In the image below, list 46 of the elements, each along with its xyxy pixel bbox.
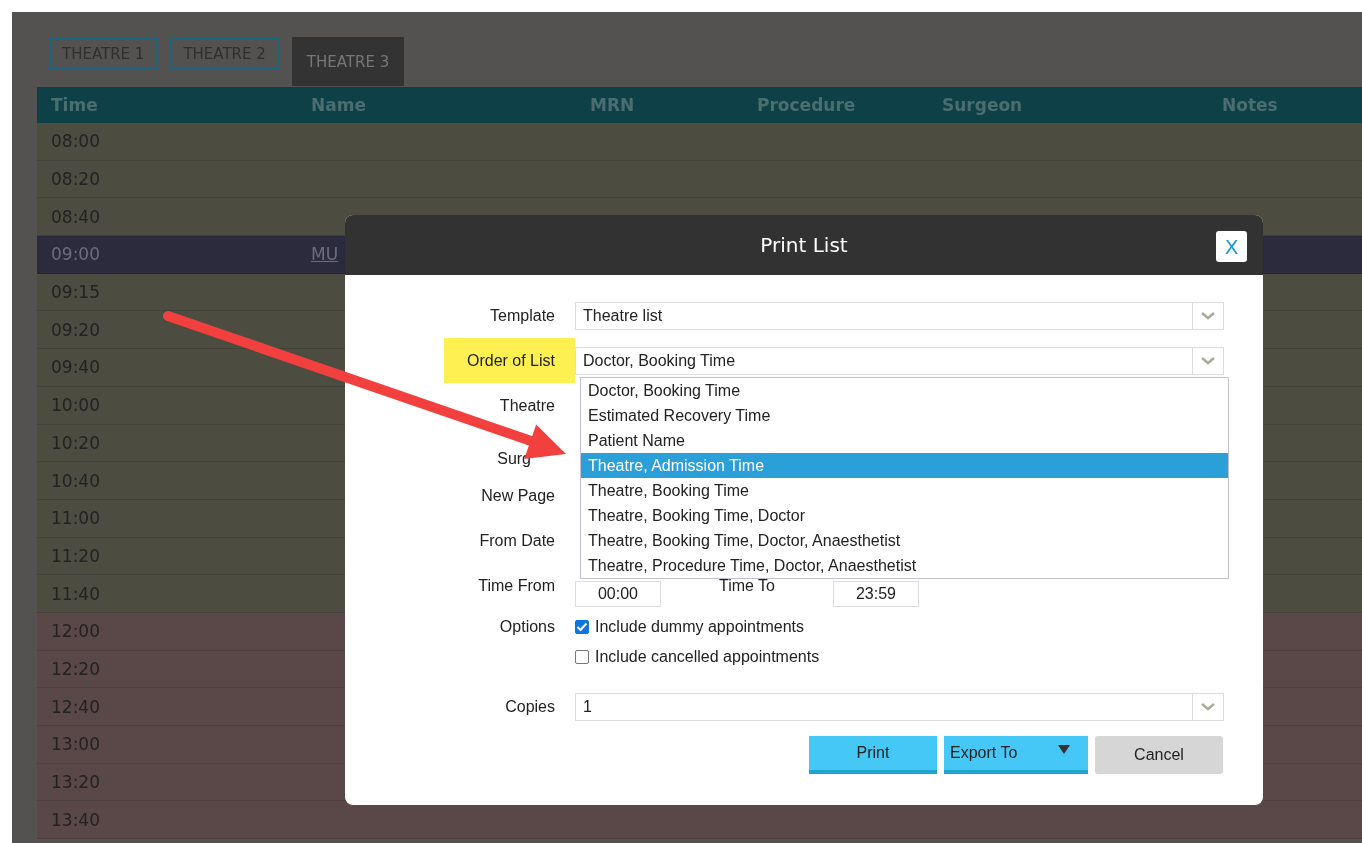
time-cell-text: 09:00 [50,244,101,265]
dropdown-option[interactable]: Theatre, Booking Time, Doctor [581,503,1228,528]
time-from-field[interactable]: 00:00 [575,580,661,607]
field-label: New Page [481,486,555,505]
field-label: Order of List [444,338,575,383]
checkbox-label: Include dummy appointments [595,618,804,636]
column-header: Notes [1221,95,1279,115]
dropdown-option[interactable]: Theatre, Booking Time, Doctor, Anaesthetist [581,528,1228,553]
dropdown-option[interactable]: Patient Name [581,428,1228,453]
dropdown-option[interactable]: Estimated Recovery Time [581,403,1228,428]
dropdown-option[interactable]: Theatre, Booking Time [581,478,1228,503]
field-label: From Date [479,531,555,550]
dialog-title: Print List [760,233,848,257]
template-select[interactable]: Theatre list [575,301,1224,330]
copies-select[interactable]: 1 [575,692,1224,721]
time-cell-text: 12:40 [50,696,101,717]
field-label: Time From [478,576,555,595]
field-label: Theatre [499,396,555,415]
column-header: MRN [589,95,636,115]
dropdown-option[interactable]: Theatre, Procedure Time, Doctor, Anaesthetist [581,553,1228,578]
chevron-down-icon [1201,702,1215,711]
caret-down-icon [1058,744,1070,754]
column-header: Procedure [756,95,857,115]
field-label: Copies [505,697,555,716]
field-label: Template [490,306,555,325]
dropdown-option[interactable]: Doctor, Booking Time [581,378,1228,403]
checkbox[interactable] [575,620,589,634]
column-header: Time [50,95,99,115]
time-cell-text: 13:40 [50,809,101,830]
chevron-down-icon [1201,356,1215,365]
time-to-field[interactable]: 23:59 [833,580,919,607]
column-header: Surgeon [941,95,1024,115]
field-label: Options [499,618,555,636]
checkbox-label: Include cancelled appointments [595,648,820,666]
dialog-button[interactable]: Cancel [1095,736,1223,774]
chevron-down-icon [1201,311,1215,320]
order-select[interactable]: Doctor, Booking Time [575,346,1224,375]
dialog-button[interactable]: Print [809,736,937,774]
checkbox[interactable] [575,650,589,664]
time-cell-text: 13:00 [50,734,101,755]
export-menu-button[interactable]: Export To [944,736,1088,774]
time-cell-text: 12:00 [50,621,101,642]
time-cell-text: 12:20 [50,658,101,679]
time-cell-text: 13:20 [50,772,101,793]
column-header: Name [310,95,367,115]
field-label: Time To [718,576,776,595]
